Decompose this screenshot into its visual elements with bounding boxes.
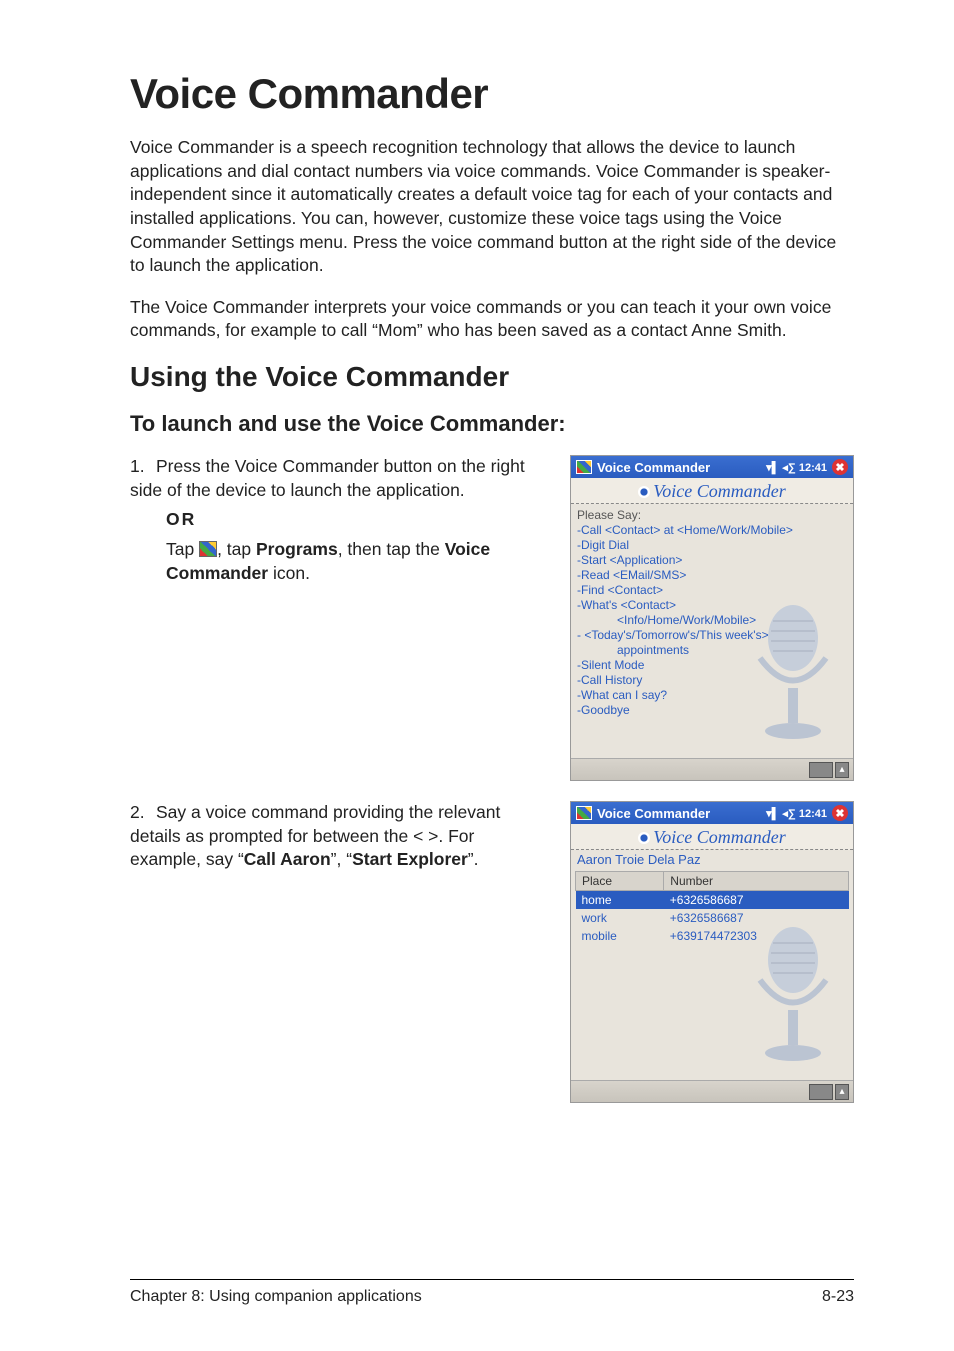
mic-icon (638, 832, 650, 844)
intro-paragraph-1: Voice Commander is a speech recognition … (130, 136, 854, 278)
titlebar: Voice Commander ▾▌ ◂∑ 12:41 ✖ (571, 456, 853, 478)
step-1-number: 1. (130, 455, 156, 479)
sip-up-icon[interactable]: ▴ (835, 1084, 849, 1100)
cmd-subline: appointments (577, 643, 847, 658)
step-1-tap-pre: Tap (166, 539, 199, 559)
status-indicators: ▾▌ ◂∑ 12:41 (766, 807, 827, 820)
please-say-label: Please Say: (577, 508, 847, 523)
keyboard-icon[interactable] (809, 762, 833, 778)
close-icon[interactable]: ✖ (832, 805, 848, 821)
app-title: Voice Commander (597, 460, 710, 475)
cmd-line: - <Today's/Tomorrow's/This week's> (577, 628, 847, 643)
footer-page: 8-23 (822, 1288, 854, 1306)
step-2-number: 2. (130, 801, 156, 825)
cmd-line: -Start <Application> (577, 553, 847, 568)
cmd-line: -Goodbye (577, 703, 847, 718)
sip-up-icon[interactable]: ▴ (835, 762, 849, 778)
cmd-line: -Silent Mode (577, 658, 847, 673)
table-row[interactable]: home +6326586687 (576, 891, 849, 910)
cmd-line: -Digit Dial (577, 538, 847, 553)
microphone-bg-icon (733, 925, 843, 1065)
app-title: Voice Commander (597, 806, 710, 821)
example-call: Call Aaron (244, 849, 331, 869)
screenshot-2: Voice Commander ▾▌ ◂∑ 12:41 ✖ Voice Comm… (570, 801, 854, 1103)
example-start: Start Explorer (352, 849, 468, 869)
app-header: Voice Commander (571, 478, 853, 504)
start-flag-icon[interactable] (576, 460, 592, 474)
programs-label: Programs (256, 539, 338, 559)
section-heading: Using the Voice Commander (130, 361, 854, 393)
sip-bar: ▴ (571, 1080, 853, 1102)
step-1-text: Press the Voice Commander button on the … (130, 456, 525, 500)
start-icon (199, 541, 217, 557)
status-indicators: ▾▌ ◂∑ 12:41 (766, 461, 827, 474)
sip-bar: ▴ (571, 758, 853, 780)
cmd-subline: <Info/Home/Work/Mobile> (577, 613, 847, 628)
keyboard-icon[interactable] (809, 1084, 833, 1100)
titlebar: Voice Commander ▾▌ ◂∑ 12:41 ✖ (571, 802, 853, 824)
col-place[interactable]: Place (576, 872, 664, 891)
step-2: 2.Say a voice command providing the rele… (130, 801, 550, 872)
cmd-line: -Call <Contact> at <Home/Work/Mobile> (577, 523, 847, 538)
step-2-post: ”. (468, 849, 479, 869)
cmd-line: -Read <EMail/SMS> (577, 568, 847, 583)
cmd-line: -What can I say? (577, 688, 847, 703)
subsection-heading: To launch and use the Voice Commander: (130, 411, 854, 437)
step-1-tap-post: , then tap the (338, 539, 445, 559)
step-1: 1.Press the Voice Commander button on th… (130, 455, 550, 585)
step-1-tap-mid: , tap (217, 539, 256, 559)
step-1-icon-post: icon. (268, 563, 310, 583)
cmd-line: -Find <Contact> (577, 583, 847, 598)
col-number[interactable]: Number (664, 872, 849, 891)
step-2-mid: ”, “ (331, 849, 352, 869)
app-header: Voice Commander (571, 824, 853, 850)
cmd-line: -What's <Contact> (577, 598, 847, 613)
step-1-or: OR (166, 508, 550, 532)
page-title: Voice Commander (130, 70, 854, 118)
screenshot-1: Voice Commander ▾▌ ◂∑ 12:41 ✖ Voice Comm… (570, 455, 854, 781)
intro-paragraph-2: The Voice Commander interprets your voic… (130, 296, 854, 343)
contact-name: Aaron Troie Dela Paz (571, 850, 853, 869)
cmd-line: -Call History (577, 673, 847, 688)
start-flag-icon[interactable] (576, 806, 592, 820)
mic-icon (638, 486, 650, 498)
close-icon[interactable]: ✖ (832, 459, 848, 475)
footer-chapter: Chapter 8: Using companion applications (130, 1288, 422, 1306)
